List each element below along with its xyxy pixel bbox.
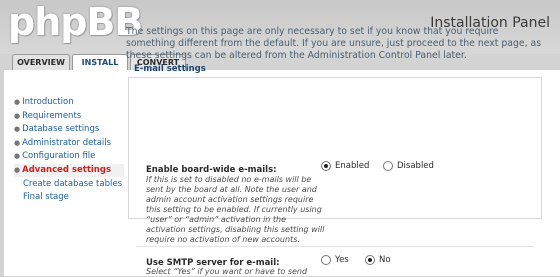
sidebar-item-administrator-details[interactable]: ● Administrator details [14,137,124,151]
radio-disabled[interactable] [383,161,393,171]
sidebar-item-introduction[interactable]: ● Introduction [14,96,124,110]
bullet-icon: ● [14,111,21,120]
enabled-option[interactable]: Enabled [321,161,369,171]
intro-text: The settings on this page are only neces… [126,26,542,61]
row-divider [136,246,534,247]
bullet-icon: ● [14,98,21,106]
tab-install[interactable]: INSTALL [72,54,128,71]
sidebar-item-configuration-file[interactable]: ● Configuration file [14,150,124,164]
bullet-icon: ● [14,165,21,174]
bullet-icon: ● [14,152,21,160]
phpbb-logo[interactable]: phpBB [8,0,143,44]
disabled-option[interactable]: Disabled [383,161,434,171]
sidebar-item-database-settings[interactable]: ● Database settings [14,123,124,137]
enable-emails-description: If this is set to disabled no e-mails wi… [146,175,325,244]
sidebar-item-final-stage[interactable]: Final stage [14,191,124,205]
sidebar-nav: ● Introduction ● Requirements ● Database se… [14,96,124,205]
sidebar-item-create-database-tables[interactable]: Create database tables [14,177,124,191]
section-title: E-mail settings [134,64,206,74]
bullet-icon: ● [14,125,21,133]
bullet-icon: ● [14,138,21,147]
radio-no[interactable] [365,255,375,265]
main-content: The settings on this page are only neces… [126,26,550,74]
radio-enabled[interactable] [321,161,331,171]
sidebar-item-advanced-settings[interactable]: ● Advanced settings [14,163,124,177]
smtp-no-option[interactable]: No [365,255,391,265]
tab-overview[interactable]: OVERVIEW [12,54,70,70]
enable-emails-label: Enable board-wide e-mails: [146,165,277,175]
sidebar-item-requirements[interactable]: ● Requirements [14,110,124,124]
smtp-yes-option[interactable]: Yes [321,255,349,265]
radio-yes[interactable] [321,255,331,265]
